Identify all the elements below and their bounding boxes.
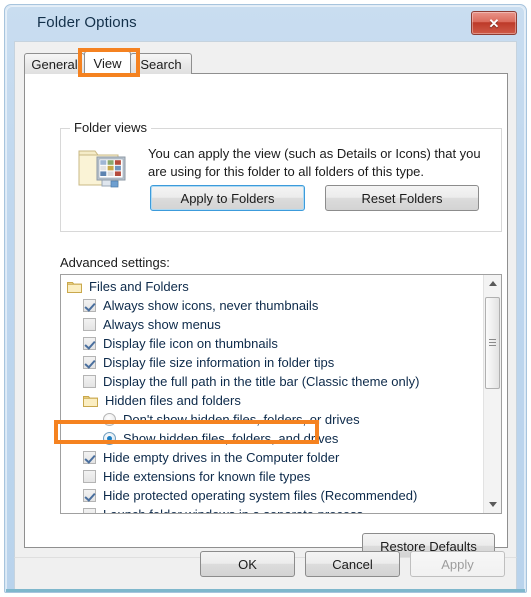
close-icon: ✕ [488, 15, 500, 31]
settings-row-label: Show hidden files, folders, and drives [123, 431, 339, 446]
checkbox-icon[interactable] [83, 356, 96, 369]
settings-row-label: Hidden files and folders [105, 393, 241, 408]
advanced-settings-listbox[interactable]: Files and Folders Always show icons, neve… [60, 274, 502, 514]
checkbox-icon[interactable] [83, 470, 96, 483]
settings-row-label: Display file icon on thumbnails [103, 336, 278, 351]
settings-option-row[interactable]: Always show icons, never thumbnails [61, 296, 481, 315]
settings-row-label: Hide empty drives in the Computer folder [103, 450, 340, 465]
settings-row-label: Hide protected operating system files (R… [103, 488, 418, 503]
apply-to-folders-label: Apply to Folders [180, 190, 275, 206]
folder-views-legend: Folder views [70, 120, 151, 136]
settings-option-row[interactable]: Display file size information in folder … [61, 353, 481, 372]
settings-group-row: Hidden files and folders [61, 391, 481, 410]
tab-general-label: General [31, 56, 78, 72]
scrollbar-grip-icon [489, 339, 496, 346]
tab-search-label: Search [140, 56, 182, 72]
tab-view-label: View [93, 55, 122, 71]
cancel-button[interactable]: Cancel [305, 551, 400, 577]
settings-option-row[interactable]: Hide protected operating system files (R… [61, 486, 481, 505]
checkbox-icon[interactable] [83, 489, 96, 502]
settings-row-label: Always show icons, never thumbnails [103, 298, 319, 313]
title-bar[interactable]: Folder Options ✕ [5, 5, 526, 41]
tab-strip: General View Search [24, 51, 508, 74]
cancel-label: Cancel [332, 556, 373, 572]
advanced-settings-label: Advanced settings: [60, 255, 170, 270]
settings-option-row[interactable]: Display the full path in the title bar (… [61, 372, 481, 391]
settings-option-row[interactable]: Don't show hidden files, folders, or dri… [61, 410, 481, 429]
folder-views-icon [77, 145, 127, 191]
folder-icon [67, 280, 82, 293]
advanced-settings-list: Files and Folders Always show icons, neve… [61, 277, 481, 513]
settings-row-label: Don't show hidden files, folders, or dri… [123, 412, 360, 427]
close-button[interactable]: ✕ [471, 11, 517, 35]
tab-general[interactable]: General [24, 53, 85, 74]
settings-option-row[interactable]: Show hidden files, folders, and drives [61, 429, 481, 448]
apply-button: Apply [410, 551, 505, 577]
settings-row-label: Always show menus [103, 317, 221, 332]
apply-to-folders-button[interactable]: Apply to Folders [150, 185, 305, 211]
settings-option-row[interactable]: Always show menus [61, 315, 481, 334]
settings-row-label: Display the full path in the title bar (… [103, 374, 420, 389]
settings-row-label: Hide extensions for known file types [103, 469, 311, 484]
apply-label: Apply [441, 556, 474, 572]
ok-label: OK [238, 556, 257, 572]
checkbox-icon[interactable] [83, 299, 96, 312]
reset-folders-label: Reset Folders [361, 190, 443, 206]
checkbox-icon[interactable] [83, 451, 96, 464]
tab-search[interactable]: Search [130, 53, 192, 74]
settings-row-label: Launch folder windows in a separate proc… [103, 505, 363, 513]
scroll-down-arrow-icon[interactable] [484, 496, 501, 513]
settings-option-row[interactable]: Hide empty drives in the Computer folder [61, 448, 481, 467]
settings-row-label: Display file size information in folder … [103, 355, 335, 370]
settings-row-label: Files and Folders [89, 279, 189, 294]
ok-button[interactable]: OK [200, 551, 295, 577]
settings-scrollbar[interactable] [483, 275, 501, 513]
window-bottom-accent [6, 589, 525, 592]
scroll-up-arrow-icon[interactable] [484, 275, 501, 292]
window-title: Folder Options [37, 14, 137, 31]
settings-option-row[interactable]: Launch folder windows in a separate proc… [61, 505, 481, 513]
folder-options-dialog: Folder Options ✕ General View Search Fol… [4, 4, 527, 593]
reset-folders-button[interactable]: Reset Folders [325, 185, 479, 211]
settings-group-row: Files and Folders [61, 277, 481, 296]
checkbox-icon[interactable] [83, 375, 96, 388]
settings-option-row[interactable]: Display file icon on thumbnails [61, 334, 481, 353]
scrollbar-thumb[interactable] [485, 297, 500, 389]
settings-option-row[interactable]: Hide extensions for known file types [61, 467, 481, 486]
dialog-client-area: General View Search Folder views You can… [14, 41, 517, 559]
radio-icon[interactable] [103, 432, 116, 445]
radio-icon[interactable] [103, 413, 116, 426]
checkbox-icon[interactable] [83, 508, 96, 513]
checkbox-icon[interactable] [83, 337, 96, 350]
checkbox-icon[interactable] [83, 318, 96, 331]
folder-icon [83, 394, 98, 407]
tab-view[interactable]: View [84, 51, 131, 74]
folder-views-description: You can apply the view (such as Details … [148, 146, 481, 179]
